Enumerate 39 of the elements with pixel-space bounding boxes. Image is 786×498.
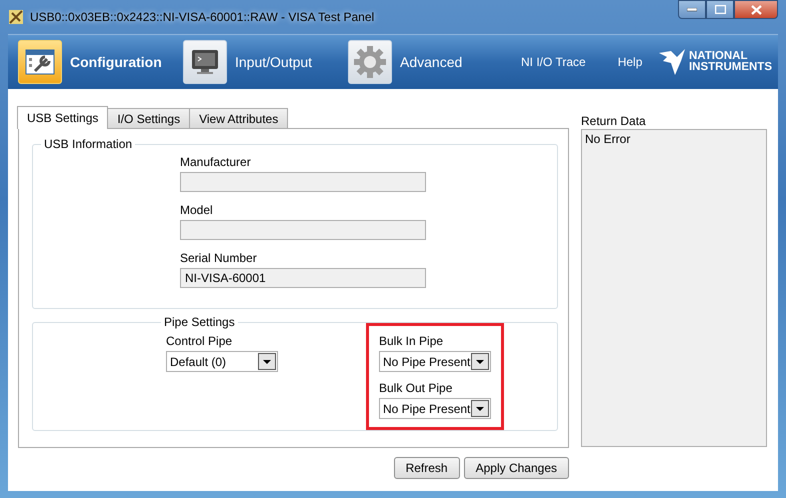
field-label: Manufacturer	[180, 155, 252, 169]
tab[interactable]: I/O Settings	[107, 108, 190, 128]
field-label: Bulk In Pipe	[379, 334, 444, 348]
settings-window-icon	[25, 49, 55, 75]
group-title: Pipe Settings	[163, 315, 236, 329]
minimize-icon	[687, 8, 697, 12]
gear-icon	[353, 45, 387, 79]
field-label: Control Pipe	[166, 334, 234, 348]
tab[interactable]: View Attributes	[189, 108, 288, 128]
window-title: USB0::0x03EB::0x2423::NI-VISA-60001::RAW - VISA Test Panel	[30, 10, 374, 24]
field-label: Model	[180, 203, 214, 217]
minimize-button[interactable]	[678, 0, 706, 19]
brand-logo: NATIONAL INSTRUMENTS	[688, 51, 772, 73]
toolbar-tab[interactable]: Input/Output	[183, 40, 348, 84]
tab[interactable]: USB Settings	[17, 106, 108, 129]
monitor-icon	[190, 48, 220, 76]
field-label: Serial Number	[180, 251, 258, 265]
dropdown[interactable]: Default (0)	[166, 351, 278, 372]
maximize-button[interactable]	[706, 0, 734, 19]
text-field[interactable]	[180, 220, 426, 240]
app-icon	[8, 9, 24, 25]
toolbar-link[interactable]: Help	[618, 55, 642, 69]
push-button[interactable]: Apply Changes	[464, 457, 569, 479]
toolbar-link[interactable]: NI I/O Trace	[521, 55, 586, 69]
maximize-icon	[714, 5, 726, 14]
group-title: USB Information	[43, 137, 134, 151]
push-button[interactable]: Refresh	[394, 457, 460, 479]
output-box: No Error	[581, 129, 767, 447]
field-label: Return Data	[581, 114, 647, 128]
dropdown[interactable]: No Pipe Present	[379, 398, 491, 419]
eagle-logo-icon	[656, 47, 687, 77]
toolbar-tab[interactable]: Configuration	[18, 40, 183, 84]
dropdown[interactable]: No Pipe Present	[379, 351, 491, 372]
toolbar-tab[interactable]: Advanced	[348, 40, 513, 84]
close-icon	[750, 4, 762, 14]
close-button[interactable]	[734, 0, 778, 19]
field-label: Bulk Out Pipe	[379, 381, 454, 395]
text-field[interactable]	[180, 172, 426, 192]
text-field[interactable]: NI-VISA-60001	[180, 268, 426, 288]
